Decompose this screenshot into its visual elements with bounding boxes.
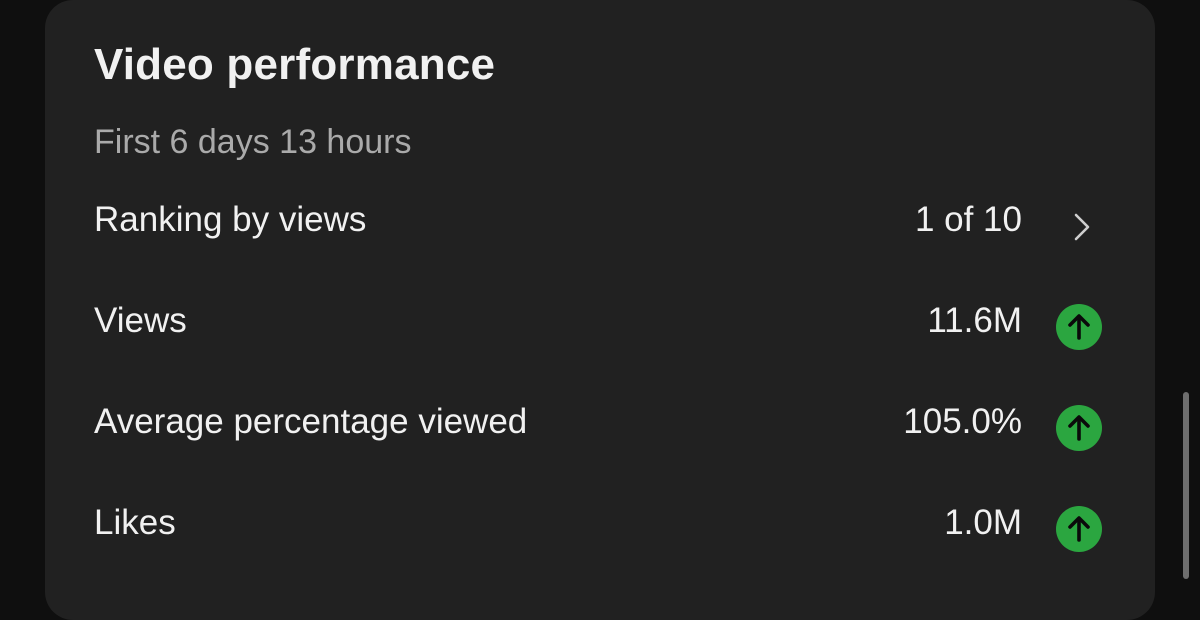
scrollbar[interactable]	[1183, 392, 1189, 579]
views-row: Views 11.6M	[45, 283, 1155, 363]
views-value: 11.6M	[927, 301, 1022, 340]
likes-label: Likes	[94, 503, 176, 542]
likes-value: 1.0M	[944, 503, 1022, 542]
card-subtitle: First 6 days 13 hours	[94, 123, 412, 161]
average-percentage-row: Average percentage viewed 105.0%	[45, 384, 1155, 464]
card-title: Video performance	[94, 40, 496, 89]
video-performance-card: Video performance First 6 days 13 hours …	[45, 0, 1155, 620]
arrow-up-icon	[1056, 506, 1102, 552]
chevron-right-icon[interactable]	[1070, 209, 1094, 245]
average-percentage-value: 105.0%	[903, 402, 1022, 441]
views-label: Views	[94, 301, 187, 340]
arrow-up-icon	[1056, 405, 1102, 451]
average-percentage-label: Average percentage viewed	[94, 402, 528, 441]
ranking-value: 1 of 10	[914, 200, 1022, 239]
likes-row: Likes 1.0M	[45, 485, 1155, 565]
ranking-label: Ranking by views	[94, 200, 367, 239]
arrow-up-icon	[1056, 304, 1102, 350]
ranking-row[interactable]: Ranking by views 1 of 10	[45, 182, 1155, 262]
